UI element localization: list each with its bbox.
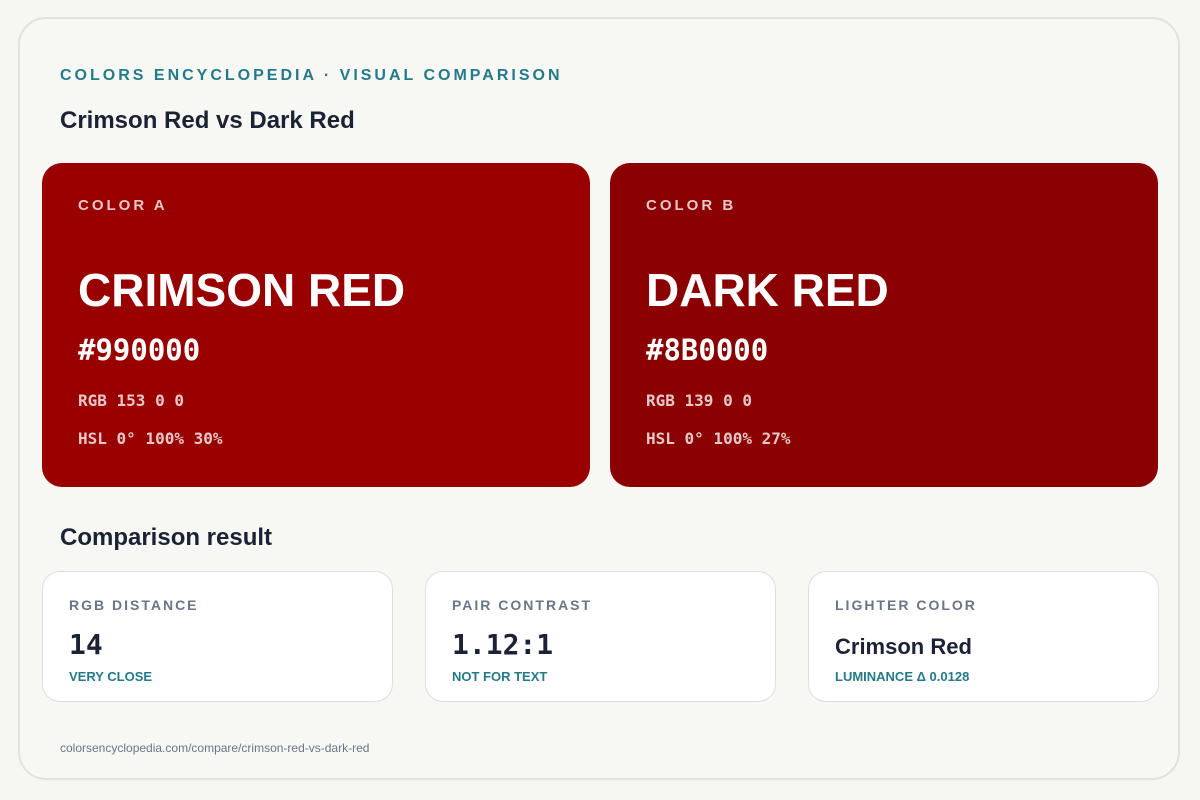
color-a-hex: #990000 bbox=[78, 333, 201, 367]
metric-note: NOT FOR TEXT bbox=[452, 669, 548, 684]
color-a-swatch: COLOR A CRIMSON RED #990000 RGB 153 0 0 … bbox=[42, 163, 590, 487]
metric-card-pair-contrast: PAIR CONTRAST 1.12:1 NOT FOR TEXT bbox=[425, 571, 776, 702]
color-a-name: CRIMSON RED bbox=[78, 264, 406, 316]
metric-note: LUMINANCE Δ 0.0128 bbox=[835, 669, 970, 684]
color-b-rgb: RGB 139 0 0 bbox=[646, 391, 752, 410]
page-title: Crimson Red vs Dark Red bbox=[60, 107, 355, 134]
color-b-name: DARK RED bbox=[646, 264, 889, 316]
metric-note: VERY CLOSE bbox=[69, 669, 153, 684]
footer-url: colorsencyclopedia.com/compare/crimson-r… bbox=[60, 741, 370, 755]
metric-label: PAIR CONTRAST bbox=[452, 597, 593, 613]
color-a-hsl: HSL 0° 100% 30% bbox=[78, 429, 223, 448]
comparison-page: COLORS ENCYCLOPEDIA · VISUAL COMPARISON … bbox=[18, 17, 1180, 780]
comparison-result-heading: Comparison result bbox=[60, 524, 273, 551]
metric-card-rgb-distance: RGB DISTANCE 14 VERY CLOSE bbox=[42, 571, 393, 702]
color-a-rgb: RGB 153 0 0 bbox=[78, 391, 184, 410]
metric-value: Crimson Red bbox=[835, 634, 972, 659]
color-b-hex: #8B0000 bbox=[646, 333, 769, 367]
metric-label: LIGHTER COLOR bbox=[835, 597, 977, 613]
color-a-label: COLOR A bbox=[78, 197, 168, 214]
metric-value: 1.12:1 bbox=[452, 628, 554, 661]
color-b-swatch: COLOR B DARK RED #8B0000 RGB 139 0 0 HSL… bbox=[610, 163, 1158, 487]
metric-value: 14 bbox=[69, 628, 103, 661]
site-eyebrow: COLORS ENCYCLOPEDIA · VISUAL COMPARISON bbox=[60, 67, 563, 84]
metric-card-lighter-color: LIGHTER COLOR Crimson Red LUMINANCE Δ 0.… bbox=[808, 571, 1159, 702]
color-b-hsl: HSL 0° 100% 27% bbox=[646, 429, 791, 448]
color-b-label: COLOR B bbox=[646, 197, 737, 214]
metric-label: RGB DISTANCE bbox=[69, 597, 199, 613]
